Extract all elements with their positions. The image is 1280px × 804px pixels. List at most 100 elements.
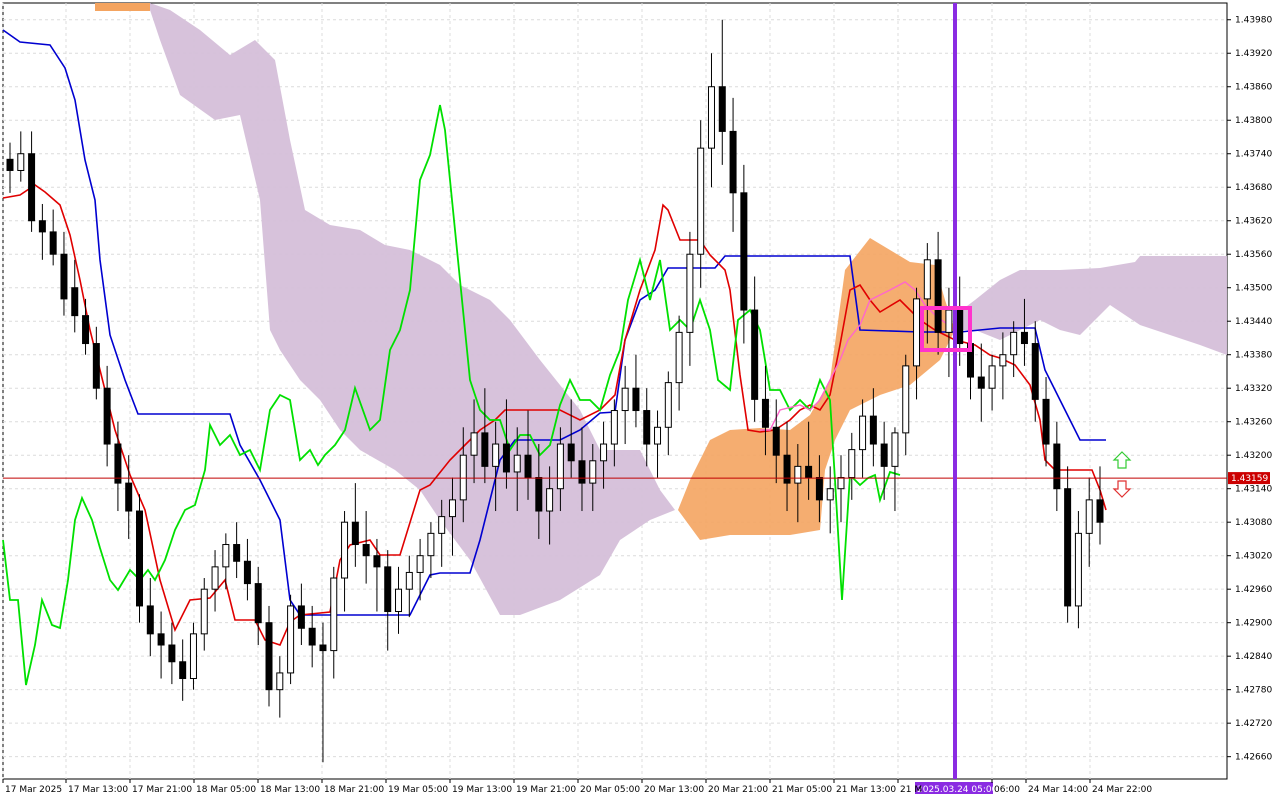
- candle-bearish: [233, 544, 241, 562]
- candle-bearish: [1053, 443, 1061, 490]
- candle-bearish: [71, 287, 79, 317]
- candle-bearish: [103, 387, 111, 445]
- candle-bullish: [654, 426, 662, 445]
- candle-bullish: [675, 331, 683, 384]
- x-tick-label: 24 Mar 14:00: [1028, 785, 1088, 795]
- y-tick-label: 1.43740: [1235, 150, 1272, 160]
- candle-bearish: [28, 153, 36, 222]
- candle-bearish: [524, 454, 532, 479]
- x-tick-label: 19 Mar 21:00: [516, 785, 576, 795]
- x-tick-label: 24 Mar 22:00: [1092, 785, 1152, 795]
- candle-bearish: [308, 627, 316, 646]
- candle-bullish: [427, 532, 435, 557]
- candle-bullish: [492, 443, 500, 467]
- candle-bullish: [222, 544, 230, 568]
- candle-bearish: [373, 555, 381, 568]
- y-tick-label: 1.43500: [1235, 284, 1272, 294]
- y-tick-label: 1.43800: [1235, 116, 1272, 126]
- y-tick-label: 1.43980: [1235, 16, 1272, 26]
- candle-bearish: [136, 510, 144, 607]
- candle-bullish: [826, 488, 834, 501]
- x-tick-label: 18 Mar 05:00: [196, 785, 256, 795]
- candle-bearish: [6, 158, 14, 171]
- candle-bearish: [60, 253, 68, 300]
- y-tick-label: 1.43620: [1235, 217, 1272, 227]
- candle-bullish: [945, 309, 953, 333]
- bullish-cloud-top: [95, 3, 150, 11]
- y-tick-label: 1.43380: [1235, 351, 1272, 361]
- candle-bearish: [729, 130, 737, 194]
- x-tick-label: 21 Mar 05:00: [772, 785, 832, 795]
- y-tick-label: 1.42900: [1235, 619, 1272, 629]
- candle-bearish: [319, 644, 327, 652]
- candle-bearish: [578, 460, 586, 484]
- candle-bearish: [179, 661, 187, 680]
- y-tick-label: 1.43020: [1235, 552, 1272, 562]
- candle-bullish: [848, 449, 856, 479]
- candle-bearish: [114, 443, 122, 484]
- candle-bullish: [999, 354, 1007, 367]
- y-tick-label: 1.42840: [1235, 652, 1272, 662]
- candle-bearish: [362, 544, 370, 557]
- candle-bullish: [923, 259, 931, 300]
- candle-bearish: [772, 426, 780, 456]
- x-tick-label: 20 Mar 21:00: [708, 785, 768, 795]
- candle-bullish: [513, 454, 521, 473]
- candle-bearish: [1096, 499, 1104, 523]
- x-tick-label: 20 Mar 05:00: [580, 785, 640, 795]
- x-tick-label: 19 Mar 05:00: [388, 785, 448, 795]
- x-tick-label: 17 Mar 21:00: [132, 785, 192, 795]
- candle-bearish: [567, 443, 575, 462]
- candle-bullish: [330, 577, 338, 652]
- candle-bearish: [265, 622, 273, 691]
- candle-bearish: [502, 443, 510, 473]
- candle-bullish: [287, 605, 295, 674]
- x-tick-label: 21 Mar 13:00: [836, 785, 896, 795]
- candle-bullish: [1010, 331, 1018, 356]
- x-tick-label: 21 M: [900, 785, 922, 795]
- chart-container: 1.43159 2025.03.24 05:00 1.43980 1.43920 1.…: [0, 0, 1280, 800]
- candle-bearish: [751, 309, 759, 400]
- candle-bullish: [211, 566, 219, 590]
- candle-bullish: [546, 488, 554, 512]
- candle-bearish: [243, 560, 251, 585]
- candle-bearish: [805, 465, 813, 479]
- candle-bullish: [707, 86, 715, 149]
- candle-bearish: [49, 231, 57, 255]
- candle-bullish: [621, 387, 629, 412]
- y-tick-label: 1.43320: [1235, 384, 1272, 394]
- candle-bearish: [740, 192, 748, 311]
- candle-bearish: [977, 376, 985, 389]
- candle-bullish: [891, 432, 899, 467]
- candle-bearish: [934, 259, 942, 333]
- candle-bearish: [254, 583, 262, 624]
- candle-bullish: [1074, 532, 1082, 607]
- candle-bullish: [276, 672, 284, 691]
- candle-bullish: [600, 443, 608, 462]
- candle-bearish: [146, 605, 154, 635]
- y-tick-label: 1.43140: [1235, 485, 1272, 495]
- candle-bullish: [556, 443, 564, 490]
- candle-bearish: [82, 315, 90, 345]
- x-tick-label: 06:00: [994, 785, 1020, 795]
- candle-bullish: [470, 432, 478, 456]
- x-tick-label: 20 Mar 13:00: [644, 785, 704, 795]
- candle-bearish: [1064, 488, 1072, 607]
- candle-bearish: [481, 432, 489, 467]
- candle-bearish: [384, 566, 392, 613]
- candle-bullish: [448, 499, 456, 518]
- candle-bullish: [341, 521, 349, 579]
- candle-bearish: [297, 605, 305, 629]
- y-tick-label: 1.43860: [1235, 83, 1272, 93]
- candle-bearish: [168, 644, 176, 663]
- candle-bullish: [902, 365, 910, 434]
- candle-bearish: [761, 398, 769, 428]
- candle-bearish: [718, 86, 726, 132]
- candle-bearish: [880, 443, 888, 467]
- candle-bullish: [664, 382, 672, 428]
- candle-bearish: [956, 309, 964, 345]
- candle-bearish: [1031, 343, 1039, 400]
- candle-bullish: [859, 415, 867, 451]
- candle-bearish: [92, 343, 100, 389]
- candle-bullish: [189, 633, 197, 680]
